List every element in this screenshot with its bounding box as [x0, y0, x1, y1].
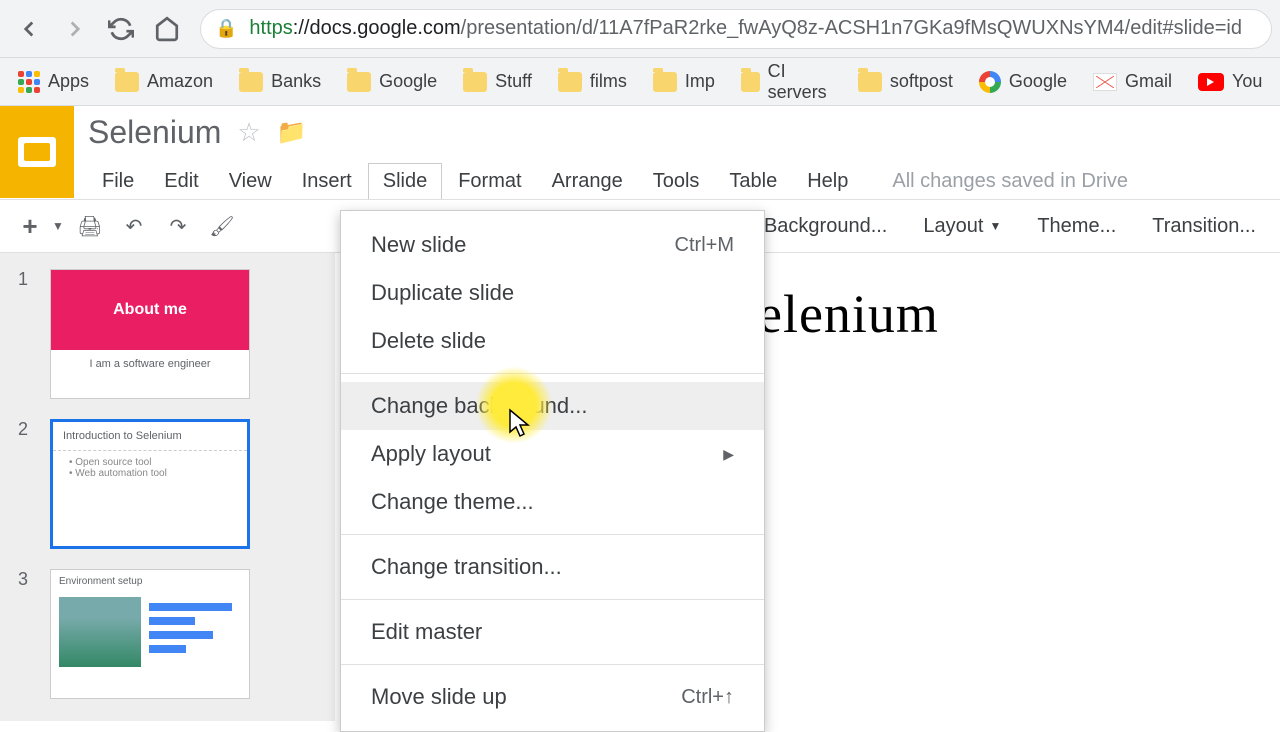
bookmark-imp[interactable]: Imp [645, 67, 723, 96]
app-header: Selenium ☆ 📁 File Edit View Insert Slide… [0, 106, 1280, 199]
bookmark-gmail[interactable]: Gmail [1085, 67, 1180, 96]
menu-separator [341, 664, 764, 665]
back-button[interactable] [8, 8, 50, 50]
star-icon[interactable]: ☆ [237, 117, 260, 148]
bookmark-ci-servers[interactable]: CI servers [733, 57, 840, 107]
bookmark-youtube[interactable]: You [1190, 67, 1270, 96]
home-button[interactable] [146, 8, 188, 50]
google-icon [979, 71, 1001, 93]
slide-thumbnail-1[interactable]: About me I am a software engineer [50, 269, 250, 399]
browser-navigation-bar: 🔒 https://docs.google.com/presentation/d… [0, 0, 1280, 58]
menu-slide[interactable]: Slide [368, 163, 442, 199]
bookmark-films[interactable]: films [550, 67, 635, 96]
undo-button[interactable]: ↶ [114, 206, 154, 246]
menu-file[interactable]: File [88, 164, 148, 199]
lock-icon: 🔒 [215, 18, 237, 39]
menu-insert[interactable]: Insert [288, 164, 366, 199]
reload-button[interactable] [100, 8, 142, 50]
layout-button[interactable]: Layout▼ [909, 206, 1015, 246]
thumb3-image [59, 597, 141, 667]
menu-change-transition[interactable]: Change transition... [341, 543, 764, 591]
menu-separator [341, 599, 764, 600]
submenu-arrow-icon: ▶ [723, 446, 734, 463]
bookmark-banks[interactable]: Banks [231, 67, 329, 96]
url-text: https://docs.google.com/presentation/d/1… [249, 17, 1242, 40]
folder-icon [558, 72, 582, 92]
gmail-icon [1093, 73, 1117, 91]
slide-menu-dropdown: New slideCtrl+M Duplicate slide Delete s… [340, 210, 765, 732]
new-slide-dropdown[interactable]: ▼ [50, 206, 66, 246]
folder-icon [653, 72, 677, 92]
paint-format-button[interactable]: 🖌 [202, 206, 242, 246]
thumb-number: 3 [18, 569, 36, 699]
menu-delete-slide[interactable]: Delete slide [341, 317, 764, 365]
menu-new-slide[interactable]: New slideCtrl+M [341, 221, 764, 269]
menu-view[interactable]: View [215, 164, 286, 199]
print-button[interactable]: 🖨 [70, 206, 110, 246]
slide-thumbnail-3[interactable]: Environment setup [50, 569, 250, 699]
menu-format[interactable]: Format [444, 164, 535, 199]
thumb-number: 1 [18, 269, 36, 399]
theme-button[interactable]: Theme... [1023, 206, 1130, 246]
bookmark-stuff[interactable]: Stuff [455, 67, 540, 96]
folder-icon [347, 72, 371, 92]
forward-button[interactable] [54, 8, 96, 50]
bookmark-google-site[interactable]: Google [971, 67, 1075, 97]
youtube-icon [1198, 73, 1224, 91]
document-title[interactable]: Selenium [88, 114, 221, 151]
folder-icon [239, 72, 263, 92]
menu-duplicate-slide[interactable]: Duplicate slide [341, 269, 764, 317]
menu-move-slide-up[interactable]: Move slide upCtrl+↑ [341, 673, 764, 721]
slide-thumbnail-2[interactable]: Introduction to Selenium • Open source t… [50, 419, 250, 549]
thumb1-title: About me [51, 270, 249, 350]
apps-shortcut[interactable]: Apps [10, 67, 97, 97]
folder-icon [463, 72, 487, 92]
menu-change-theme[interactable]: Change theme... [341, 478, 764, 526]
menu-arrange[interactable]: Arrange [538, 164, 637, 199]
thumb2-body: • Open source tool• Web automation tool [53, 451, 247, 485]
menu-help[interactable]: Help [793, 164, 862, 199]
menu-separator [341, 373, 764, 374]
menu-change-background[interactable]: Change background... [341, 382, 764, 430]
slides-home-button[interactable] [0, 106, 74, 198]
bookmark-softpost[interactable]: softpost [850, 67, 961, 96]
thumb3-chart [149, 597, 241, 667]
menu-separator [341, 534, 764, 535]
address-bar[interactable]: 🔒 https://docs.google.com/presentation/d… [200, 9, 1272, 49]
menu-edit-master[interactable]: Edit master [341, 608, 764, 656]
slides-logo-icon [18, 137, 56, 167]
menu-apply-layout[interactable]: Apply layout▶ [341, 430, 764, 478]
menu-tools[interactable]: Tools [639, 164, 714, 199]
folder-icon [858, 72, 882, 92]
save-status: All changes saved in Drive [892, 170, 1128, 193]
bookmark-google[interactable]: Google [339, 67, 445, 96]
move-to-folder-icon[interactable]: 📁 [277, 118, 307, 147]
menu-bar: File Edit View Insert Slide Format Arran… [88, 163, 1266, 199]
menu-table[interactable]: Table [715, 164, 791, 199]
transition-button[interactable]: Transition... [1138, 206, 1270, 246]
thumb2-title: Introduction to Selenium [53, 422, 247, 451]
folder-icon [741, 72, 760, 92]
redo-button[interactable]: ↷ [158, 206, 198, 246]
new-slide-button[interactable]: + [10, 206, 50, 246]
apps-icon [18, 71, 40, 93]
background-button[interactable]: Background... [750, 206, 901, 246]
thumb1-subtitle: I am a software engineer [51, 350, 249, 370]
bookmark-amazon[interactable]: Amazon [107, 67, 221, 96]
slide-thumbnail-panel: 1 About me I am a software engineer 2 In… [0, 253, 335, 721]
folder-icon [115, 72, 139, 92]
thumb3-title: Environment setup [51, 570, 249, 593]
thumb-number: 2 [18, 419, 36, 549]
bookmarks-bar: Apps Amazon Banks Google Stuff films Imp… [0, 58, 1280, 106]
menu-edit[interactable]: Edit [150, 164, 212, 199]
